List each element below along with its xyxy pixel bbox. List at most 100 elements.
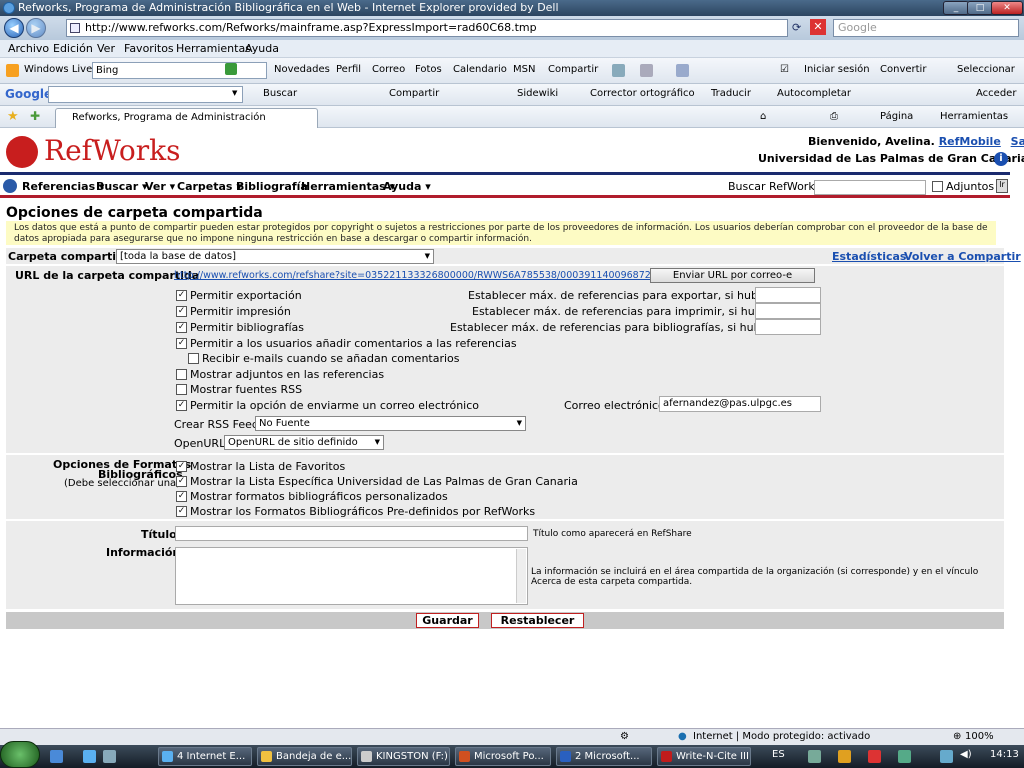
volver-compartir-link[interactable]: Volver a Compartir bbox=[904, 250, 1021, 263]
print-checkbox[interactable] bbox=[176, 306, 187, 317]
menu-favoritos[interactable]: Favoritos bbox=[124, 42, 174, 55]
share-url-link[interactable]: http://www.refworks.com/refshare?site=03… bbox=[174, 270, 669, 281]
print-icon[interactable]: ⎙ bbox=[830, 111, 838, 122]
task-word[interactable]: 2 Microsoft... bbox=[556, 747, 652, 766]
tab-refworks[interactable]: Refworks, Programa de Administración Bib… bbox=[55, 108, 318, 141]
wl-correo[interactable]: Correo bbox=[372, 64, 405, 75]
wl-calendario[interactable]: Calendario bbox=[453, 64, 507, 75]
wl-perfil[interactable]: Perfil bbox=[336, 64, 361, 75]
wl-msn[interactable]: MSN bbox=[513, 64, 535, 75]
save-button[interactable]: Guardar bbox=[416, 613, 479, 628]
forward-button[interactable]: ▶ bbox=[26, 18, 46, 38]
menu-edicion[interactable]: Edición bbox=[53, 42, 93, 55]
browser-search-input[interactable]: Google bbox=[833, 19, 1019, 37]
back-button[interactable]: ◀ bbox=[4, 18, 24, 38]
google-search-input[interactable] bbox=[48, 86, 243, 103]
attachments-checkbox[interactable] bbox=[176, 369, 187, 380]
menu-ver[interactable]: Ver bbox=[97, 42, 115, 55]
format-custom[interactable]: Mostrar formatos bibliográficos personal… bbox=[176, 490, 448, 503]
search-go-button[interactable]: lr bbox=[996, 179, 1008, 193]
info-icon[interactable]: i bbox=[994, 152, 1008, 166]
email-input[interactable]: afernandez@pas.ulpgc.es bbox=[659, 396, 821, 412]
titulo-input[interactable] bbox=[175, 526, 528, 541]
bibliographies-checkbox[interactable] bbox=[176, 322, 187, 333]
option-attachments[interactable]: Mostrar adjuntos en las referencias bbox=[176, 368, 384, 381]
clock[interactable]: 14:13 bbox=[990, 749, 1019, 760]
favorites-star-icon[interactable]: ★ bbox=[7, 109, 19, 124]
desktop-icon[interactable] bbox=[103, 750, 116, 763]
menu-herramientas[interactable]: Herramientas bbox=[176, 42, 251, 55]
comment-emails-checkbox[interactable] bbox=[188, 353, 199, 364]
google-sidewiki-button[interactable]: Sidewiki bbox=[517, 88, 558, 99]
email-me-checkbox[interactable] bbox=[176, 400, 187, 411]
task-powerpoint[interactable]: Microsoft Po... bbox=[455, 747, 551, 766]
tray-icon[interactable] bbox=[898, 750, 911, 763]
openurl-select[interactable]: OpenURL de sitio definido ▼ bbox=[224, 435, 384, 450]
stop-icon[interactable]: ✕ bbox=[810, 19, 826, 35]
adjuntos-checkbox[interactable] bbox=[932, 181, 943, 192]
carpeta-select[interactable]: [toda la base de datos] ▼ bbox=[116, 249, 434, 264]
page-menu-button[interactable]: Página bbox=[880, 111, 913, 122]
nav-carpetas[interactable]: Carpetas ▾ bbox=[177, 180, 242, 193]
search-go-icon[interactable] bbox=[225, 63, 237, 75]
format-predefined-checkbox[interactable] bbox=[176, 506, 187, 517]
add-favorites-icon[interactable]: ✚ bbox=[30, 109, 40, 123]
address-bar[interactable]: http://www.refworks.com/Refworks/mainfra… bbox=[66, 19, 788, 37]
option-export[interactable]: Permitir exportación bbox=[176, 289, 302, 302]
tray-icon[interactable] bbox=[868, 750, 881, 763]
tray-icon[interactable] bbox=[808, 750, 821, 763]
nav-buscar[interactable]: Buscar ▾ bbox=[96, 180, 148, 193]
option-comment-emails[interactable]: Recibir e-mails cuando se añadan comenta… bbox=[188, 352, 460, 365]
export-max-input[interactable] bbox=[755, 287, 821, 303]
google-traducir-button[interactable]: Traducir bbox=[711, 88, 751, 99]
nav-bibliografia[interactable]: Bibliografía bbox=[236, 180, 308, 193]
nav-ver[interactable]: Ver ▾ bbox=[145, 180, 175, 193]
ie-quicklaunch-icon[interactable] bbox=[83, 750, 96, 763]
rss-checkbox[interactable] bbox=[176, 384, 187, 395]
google-corrector-button[interactable]: Corrector ortográfico bbox=[590, 88, 695, 99]
toolbar-icon[interactable] bbox=[612, 64, 625, 77]
export-checkbox[interactable] bbox=[176, 290, 187, 301]
volume-icon[interactable]: ◀) bbox=[960, 749, 972, 760]
format-favorites-checkbox[interactable] bbox=[176, 461, 187, 472]
format-custom-checkbox[interactable] bbox=[176, 491, 187, 502]
bibliographies-max-input[interactable] bbox=[755, 319, 821, 335]
task-kingston[interactable]: KINGSTON (F:) bbox=[357, 747, 450, 766]
google-compartir-button[interactable]: Compartir bbox=[389, 88, 439, 99]
nav-referencias[interactable]: Referencias ▾ bbox=[22, 180, 105, 193]
rss-feed-select[interactable]: No Fuente ▼ bbox=[255, 416, 526, 431]
home-icon[interactable]: ⌂ bbox=[760, 111, 766, 122]
comments-checkbox[interactable] bbox=[176, 338, 187, 349]
wl-novedades[interactable]: Novedades bbox=[274, 64, 330, 75]
wl-signin-link[interactable]: Iniciar sesión bbox=[804, 64, 870, 75]
menu-archivo[interactable]: Archivo bbox=[8, 42, 49, 55]
refmobile-link[interactable]: RefMobile bbox=[939, 135, 1001, 148]
wl-fotos[interactable]: Fotos bbox=[415, 64, 442, 75]
estadisticas-link[interactable]: Estadísticas bbox=[832, 250, 906, 263]
refresh-icon[interactable]: ⟳ bbox=[792, 21, 801, 34]
share-icon[interactable] bbox=[676, 64, 689, 77]
option-comments[interactable]: Permitir a los usuarios añadir comentari… bbox=[176, 337, 517, 350]
refworks-search-input[interactable] bbox=[814, 180, 926, 195]
salir-link[interactable]: Salir bbox=[1011, 135, 1024, 148]
zoom-level[interactable]: 100% bbox=[965, 731, 994, 742]
reset-button[interactable]: Restablecer bbox=[491, 613, 584, 628]
select-button[interactable]: Seleccionar bbox=[957, 64, 1015, 75]
nav-herramientas[interactable]: Herramientas ▾ bbox=[301, 180, 395, 193]
close-window-button[interactable]: ✕ bbox=[991, 1, 1023, 15]
format-predefined[interactable]: Mostrar los Formatos Bibliográficos Pre-… bbox=[176, 505, 535, 518]
start-button[interactable] bbox=[0, 741, 40, 768]
bing-search-input[interactable]: Bing bbox=[92, 62, 267, 79]
format-favorites[interactable]: Mostrar la Lista de Favoritos bbox=[176, 460, 345, 473]
wl-compartir[interactable]: Compartir bbox=[548, 64, 598, 75]
maximize-button[interactable]: □ bbox=[967, 1, 993, 15]
option-email-me[interactable]: Permitir la opción de enviarme un correo… bbox=[176, 399, 479, 412]
task-write-n-cite[interactable]: Write-N-Cite III bbox=[657, 747, 751, 766]
send-url-button[interactable]: Enviar URL por correo-e bbox=[650, 268, 815, 283]
format-ulpgc[interactable]: Mostrar la Lista Específica Universidad … bbox=[176, 475, 578, 488]
option-rss[interactable]: Mostrar fuentes RSS bbox=[176, 383, 302, 396]
network-icon[interactable] bbox=[940, 750, 953, 763]
chevron-down-icon[interactable]: ▼ bbox=[232, 89, 237, 97]
mail-icon[interactable] bbox=[640, 64, 653, 77]
format-ulpgc-checkbox[interactable] bbox=[176, 476, 187, 487]
